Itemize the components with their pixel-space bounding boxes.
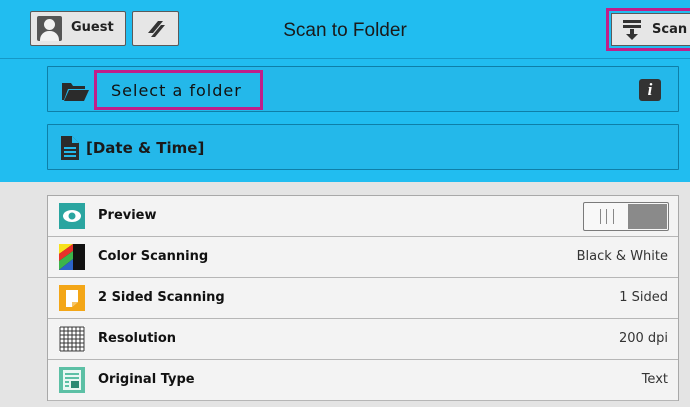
header-bar: Guest Scan to Folder Scan — [0, 0, 690, 59]
feature-name: Original Type — [98, 372, 195, 387]
scan-button-highlight: Scan — [606, 8, 690, 51]
scan-to-folder-screen: Guest Scan to Folder Scan Select a folde… — [0, 0, 690, 407]
feature-row-original-type[interactable]: Original Type Text — [48, 360, 678, 401]
scan-icon — [623, 20, 641, 40]
file-name-row[interactable]: [Date & Time] — [47, 124, 679, 170]
eye-icon — [59, 203, 85, 229]
feature-name: Resolution — [98, 331, 177, 346]
select-folder-label: Select a folder — [111, 81, 242, 100]
feature-row-resolution[interactable]: Resolution 200 dpi — [48, 319, 678, 360]
feature-name: 2 Sided Scanning — [98, 290, 225, 305]
scan-label: Scan — [652, 22, 688, 37]
scan-button[interactable]: Scan — [611, 13, 690, 46]
feature-name: Preview — [98, 208, 157, 223]
preview-toggle[interactable] — [583, 202, 669, 231]
file-name-label: [Date & Time] — [86, 139, 205, 157]
toggle-knob — [600, 209, 614, 224]
select-folder-row[interactable]: Select a folder i — [47, 66, 679, 112]
feature-value: Text — [641, 372, 668, 387]
folder-icon — [62, 83, 89, 101]
grid-icon — [59, 326, 85, 352]
select-folder-highlight[interactable]: Select a folder — [94, 70, 263, 110]
feature-value: Black & White — [576, 249, 668, 264]
feature-row-color-scanning[interactable]: Color Scanning Black & White — [48, 237, 678, 278]
feature-value: 200 dpi — [618, 331, 668, 346]
feature-list: Preview Color Scanning Black & White 2 S… — [47, 195, 679, 401]
original-type-icon — [59, 367, 85, 393]
two-sided-icon — [59, 285, 85, 311]
info-icon[interactable]: i — [639, 79, 661, 101]
page-title: Scan to Folder — [283, 20, 407, 41]
feature-row-preview[interactable]: Preview — [48, 196, 678, 237]
top-panel: Guest Scan to Folder Scan Select a folde… — [0, 0, 690, 182]
feature-row-2-sided-scanning[interactable]: 2 Sided Scanning 1 Sided — [48, 278, 678, 319]
toggle-off-indicator — [628, 204, 667, 229]
feature-name: Color Scanning — [98, 249, 209, 264]
color-scanning-icon — [59, 244, 85, 270]
document-icon — [61, 136, 79, 160]
feature-value: 1 Sided — [619, 290, 668, 305]
